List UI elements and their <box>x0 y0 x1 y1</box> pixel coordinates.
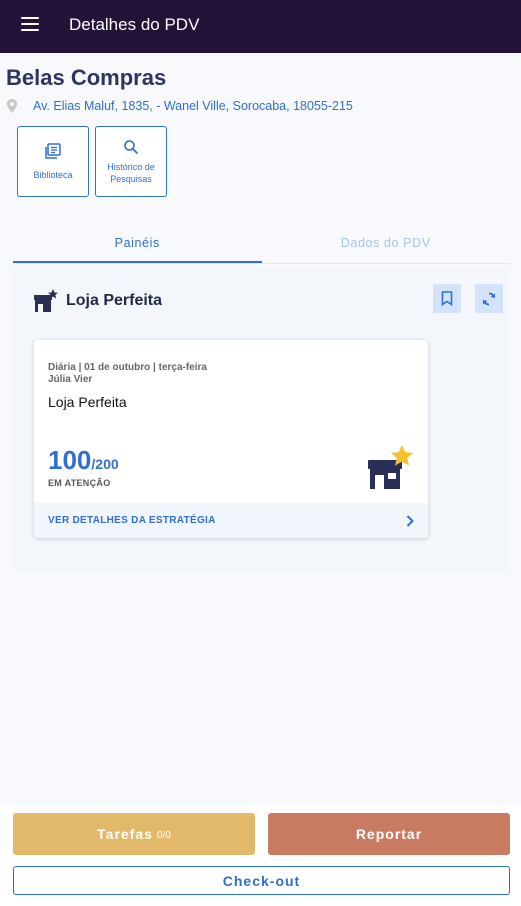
store-name: Belas Compras <box>6 65 167 90</box>
tasks-count: 0/0 <box>156 829 171 841</box>
tasks-button[interactable]: Tarefas 0/0 <box>13 813 255 855</box>
panel-title: Loja Perfeita <box>66 292 163 309</box>
tasks-button-label: Tarefas <box>97 826 153 842</box>
score-total: /200 <box>91 456 119 472</box>
store-star-icon <box>368 445 413 489</box>
tab-dados-do-pdv[interactable]: Dados do PDV <box>262 228 511 263</box>
page-title: Detalhes do PDV <box>69 15 200 34</box>
card-date: Diária | 01 de outubro | terça-feira <box>48 362 207 373</box>
card-meta: Diária | 01 de outubro | terça-feira Júl… <box>48 362 207 386</box>
address-row: Av. Elias Maluf, 1835, - Wanel Ville, So… <box>6 99 353 113</box>
store-star-icon <box>34 289 58 312</box>
refresh-button[interactable] <box>475 284 503 313</box>
search-icon <box>124 140 139 155</box>
card-author: Júlia Vier <box>48 374 93 385</box>
hamburger-menu-icon[interactable] <box>21 17 39 31</box>
checkout-button[interactable]: Check-out <box>13 866 510 895</box>
tab-paineis[interactable]: Painéis <box>13 228 262 263</box>
strategy-card[interactable]: Diária | 01 de outubro | terça-feira Júl… <box>34 340 428 538</box>
location-pin-icon <box>7 99 17 113</box>
library-button-label: Biblioteca <box>33 170 73 180</box>
report-button[interactable]: Reportar <box>268 813 510 855</box>
app-header: Detalhes do PDV <box>0 0 521 53</box>
refresh-icon <box>483 292 495 305</box>
search-history-button[interactable]: Histórico de Pesquisas <box>95 126 167 197</box>
panel-section: Loja Perfeita Diária | 01 de outubro | t… <box>13 268 510 571</box>
strategy-details-label: VER DETALHES DA ESTRATÉGIA <box>48 515 216 526</box>
bookmark-icon <box>441 291 453 306</box>
search-history-button-label: Histórico de Pesquisas <box>107 162 155 184</box>
store-address[interactable]: Av. Elias Maluf, 1835, - Wanel Ville, So… <box>33 99 353 113</box>
card-name: Loja Perfeita <box>48 394 127 410</box>
strategy-details-link[interactable]: VER DETALHES DA ESTRATÉGIA <box>34 503 428 538</box>
tab-bar: Painéis Dados do PDV <box>13 228 510 264</box>
library-icon <box>45 143 61 159</box>
score-value: 100 <box>48 445 92 475</box>
chevron-right-icon <box>406 514 414 527</box>
bookmark-button[interactable] <box>433 284 461 313</box>
card-score: 100/200 <box>48 445 119 476</box>
status-label: EM ATENÇÃO <box>48 478 111 488</box>
library-button[interactable]: Biblioteca <box>17 126 89 197</box>
